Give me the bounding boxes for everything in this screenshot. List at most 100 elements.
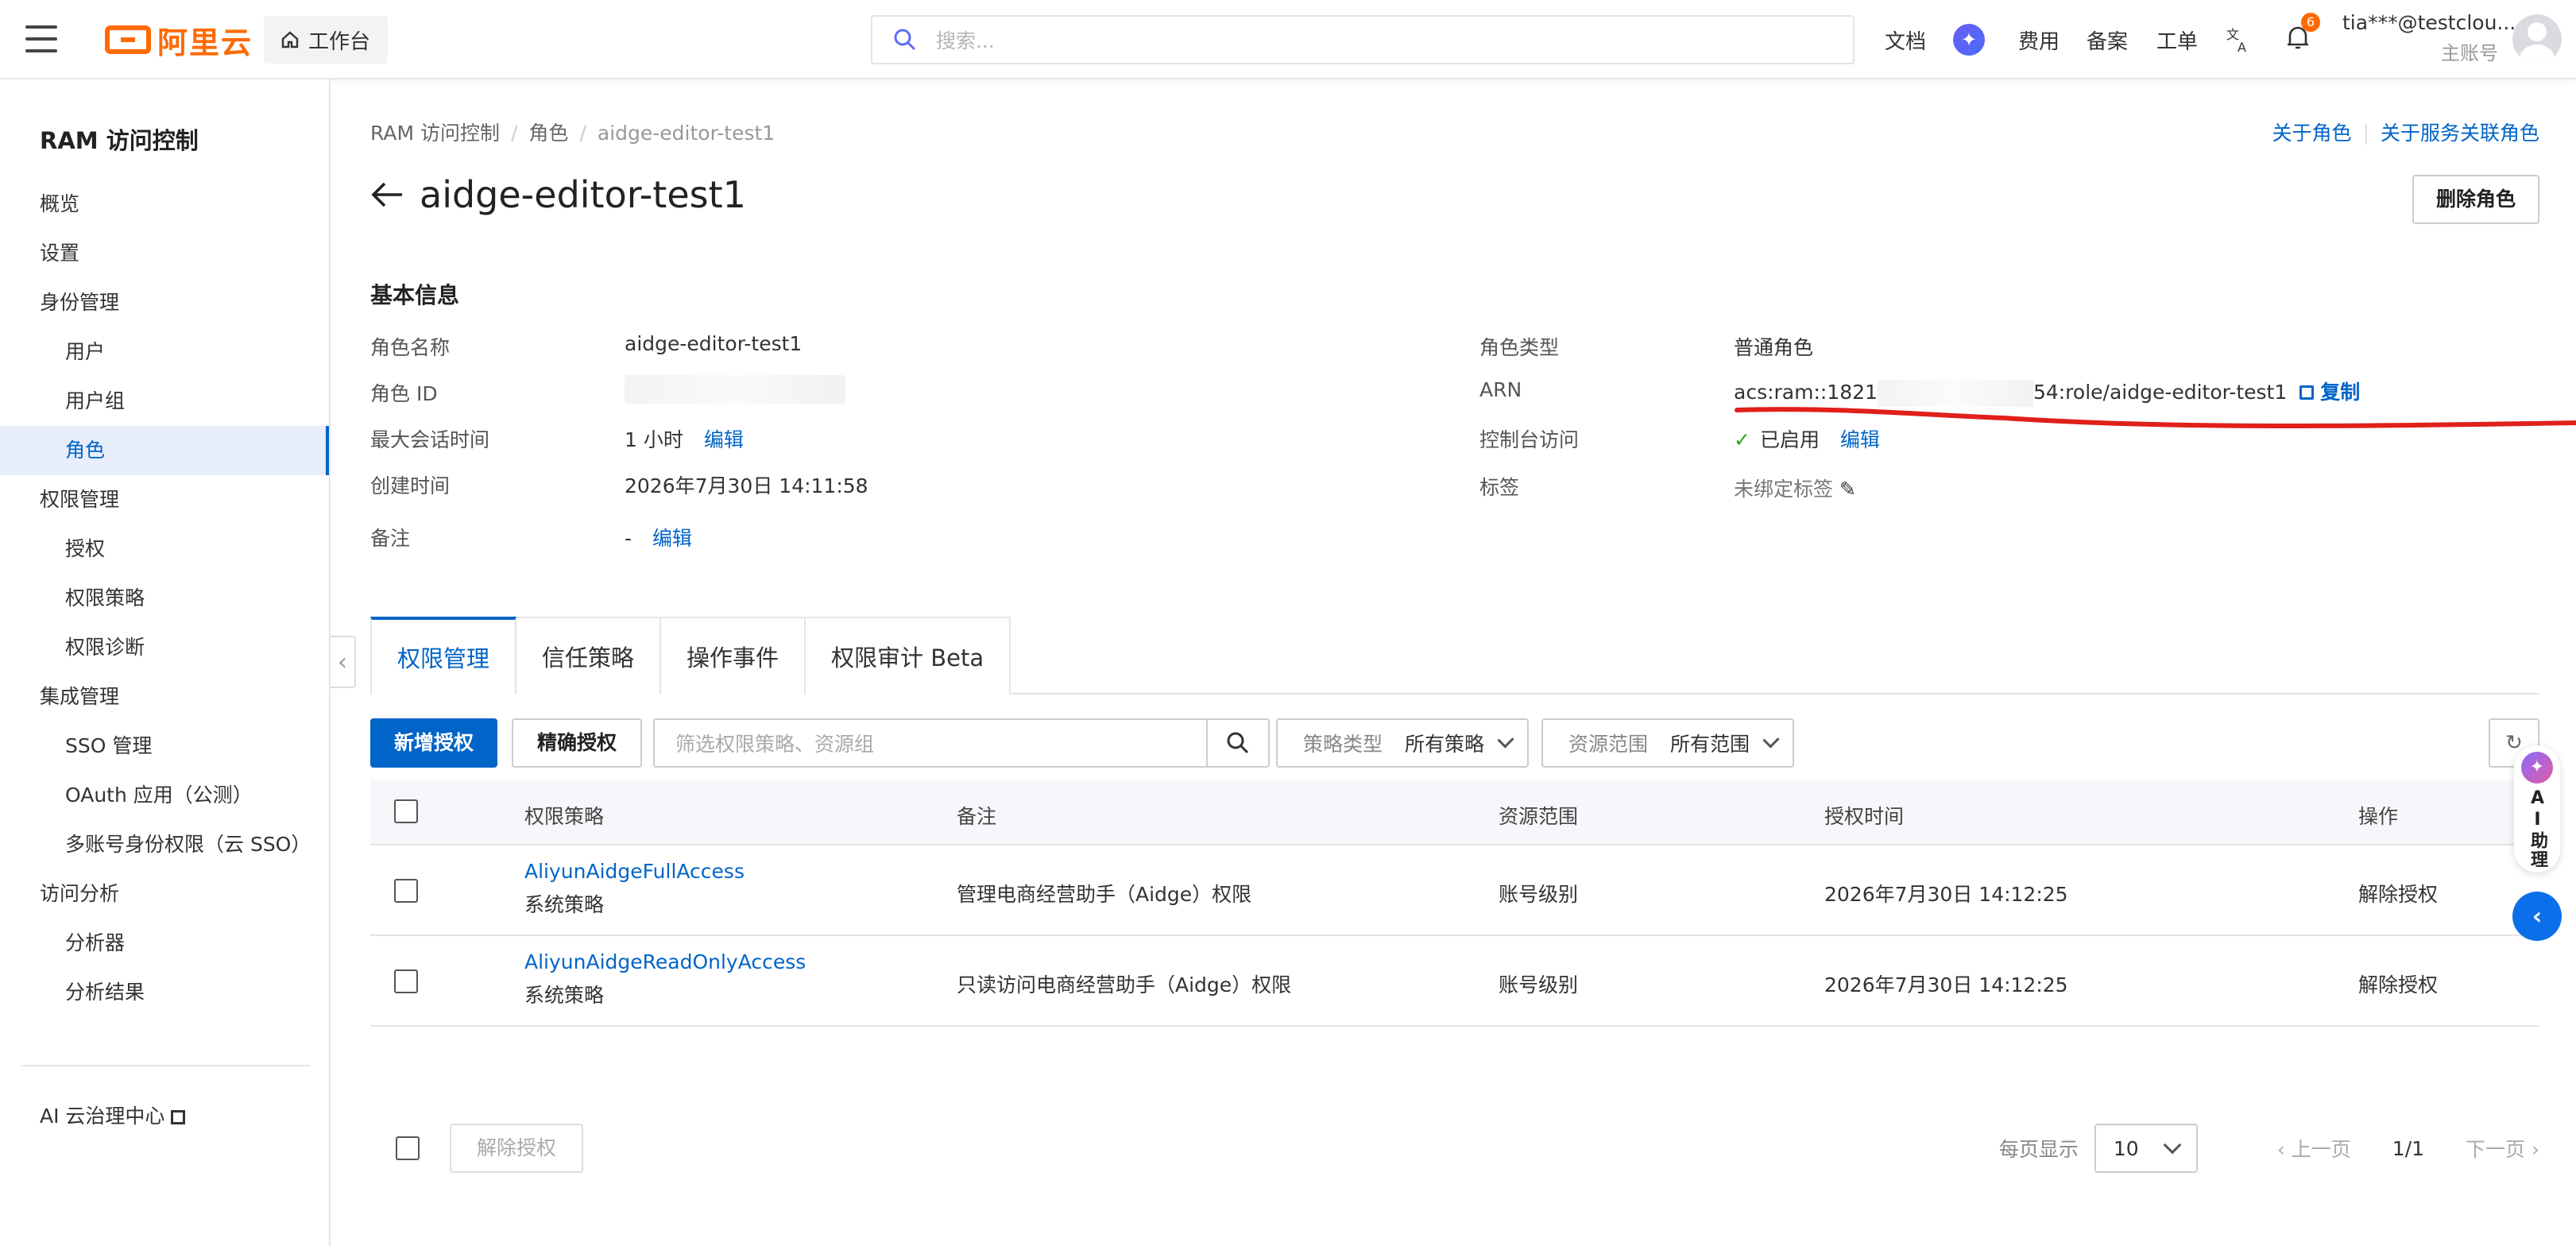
ai-assistant-icon: ✦ bbox=[2521, 752, 2553, 784]
breadcrumb: RAM 访问控制 / 角色 / aidge-editor-test1 bbox=[370, 122, 776, 145]
aliyun-logo[interactable]: 阿里云 bbox=[105, 22, 253, 60]
external-link-icon bbox=[171, 1110, 186, 1124]
filter-search-button[interactable] bbox=[1206, 720, 1268, 766]
expand-panel-button[interactable]: ‹ bbox=[2512, 892, 2562, 941]
policy-type: 系统策略 bbox=[524, 893, 605, 916]
sidebar-item-roles[interactable]: 角色 bbox=[0, 426, 329, 475]
tab-events[interactable]: 操作事件 bbox=[659, 617, 806, 695]
page-size-select[interactable]: 10 bbox=[2094, 1124, 2198, 1173]
policy-name-link[interactable]: AliyunAidgeReadOnlyAccess bbox=[524, 950, 806, 973]
sidebar-item-grants[interactable]: 授权 bbox=[0, 524, 329, 574]
notification-bell[interactable]: 6 bbox=[2285, 0, 2320, 79]
sidebar-group-identity[interactable]: 身份管理 bbox=[0, 278, 329, 327]
search-icon bbox=[1227, 732, 1249, 754]
console-access-status: 已启用 bbox=[1759, 428, 1820, 451]
ai-star-icon[interactable]: ✦ bbox=[1953, 0, 1985, 79]
row-checkbox[interactable] bbox=[394, 969, 418, 993]
arn-label: ARN bbox=[1479, 378, 1522, 401]
link-about-roles[interactable]: 关于角色 bbox=[2272, 122, 2352, 145]
tab-trust-policy[interactable]: 信任策略 bbox=[515, 617, 662, 695]
header-time: 授权时间 bbox=[1824, 805, 1905, 828]
nav-docs[interactable]: 文档 bbox=[1885, 0, 1926, 79]
precise-grant-button[interactable]: 精确授权 bbox=[512, 718, 643, 768]
note-row: - 编辑 bbox=[625, 523, 692, 551]
sidebar-item-oauth[interactable]: OAuth 应用（公测） bbox=[0, 771, 329, 820]
sidebar-title: RAM 访问控制 bbox=[40, 127, 199, 154]
sidebar-item-cloud-sso[interactable]: 多账号身份权限（云 SSO） bbox=[0, 820, 329, 869]
console-access-row: ✓ 已启用 编辑 bbox=[1734, 424, 1880, 453]
tab-permissions[interactable]: 权限管理 bbox=[370, 617, 517, 696]
tab-audit-beta[interactable]: 权限审计 Beta bbox=[804, 617, 1011, 695]
select-all-checkbox[interactable] bbox=[394, 799, 418, 823]
nav-ticket[interactable]: 工单 bbox=[2156, 0, 2198, 79]
notification-count: 6 bbox=[2301, 12, 2320, 32]
prev-page-button[interactable]: ‹ 上一页 bbox=[2277, 1134, 2351, 1163]
arn-suffix: 54:role/aidge-editor-test1 bbox=[2033, 381, 2288, 404]
copy-arn-link[interactable]: 复制 bbox=[2320, 381, 2360, 404]
back-arrow-icon[interactable] bbox=[370, 180, 405, 209]
global-search-input[interactable]: 搜索... bbox=[871, 15, 1855, 64]
sidebar-item-diagnosis[interactable]: 权限诊断 bbox=[0, 623, 329, 672]
page-indicator: 1/1 bbox=[2392, 1136, 2425, 1160]
policy-type-select[interactable]: 策略类型 所有策略 bbox=[1276, 718, 1529, 768]
policy-note: 只读访问电商经营助手（Aidge）权限 bbox=[957, 973, 1292, 996]
sidebar-item-analysis-results[interactable]: 分析结果 bbox=[0, 968, 329, 1017]
sidebar-item-users[interactable]: 用户 bbox=[0, 327, 329, 377]
breadcrumb-ram[interactable]: RAM 访问控制 bbox=[370, 122, 500, 145]
footer-select-all-checkbox[interactable] bbox=[396, 1136, 420, 1160]
policy-name-link[interactable]: AliyunAidgeFullAccess bbox=[524, 860, 745, 883]
policy-type: 系统策略 bbox=[524, 984, 605, 1007]
avatar[interactable] bbox=[2512, 14, 2562, 64]
edit-tags-pencil-icon[interactable]: ✎ bbox=[1839, 478, 1856, 501]
svg-text:A: A bbox=[2238, 40, 2246, 53]
console-access-label: 控制台访问 bbox=[1479, 428, 1580, 451]
batch-revoke-button[interactable]: 解除授权 bbox=[450, 1124, 584, 1173]
translate-icon[interactable]: 文A bbox=[2225, 0, 2252, 79]
page-size-value: 10 bbox=[2113, 1136, 2139, 1160]
sidebar-link-ai-governance[interactable]: AI 云治理中心 bbox=[0, 1092, 329, 1141]
nav-filing[interactable]: 备案 bbox=[2087, 0, 2128, 79]
sidebar-item-analyzers[interactable]: 分析器 bbox=[0, 919, 329, 968]
header-action: 操作 bbox=[2358, 805, 2399, 828]
scope-select[interactable]: 资源范围 所有范围 bbox=[1541, 718, 1794, 768]
role-type-label: 角色类型 bbox=[1479, 336, 1560, 359]
account-email: tia***@testclou... bbox=[2342, 11, 2516, 34]
filter-placeholder: 筛选权限策略、资源组 bbox=[675, 733, 875, 756]
revoke-link[interactable]: 解除授权 bbox=[2358, 969, 2438, 998]
sidebar-item-policies[interactable]: 权限策略 bbox=[0, 574, 329, 623]
basic-info-title: 基本信息 bbox=[370, 282, 460, 308]
edit-note-link[interactable]: 编辑 bbox=[652, 527, 692, 550]
next-page-button[interactable]: 下一页 › bbox=[2466, 1134, 2539, 1163]
chevron-down-icon bbox=[2163, 1136, 2182, 1155]
sidebar-group-analysis[interactable]: 访问分析 bbox=[0, 869, 329, 919]
hamburger-menu-icon[interactable] bbox=[25, 25, 57, 52]
max-session-label: 最大会话时间 bbox=[370, 428, 490, 451]
sidebar-item-user-groups[interactable]: 用户组 bbox=[0, 377, 329, 426]
breadcrumb-roles[interactable]: 角色 bbox=[528, 122, 568, 145]
workbench-button[interactable]: 工作台 bbox=[264, 16, 389, 64]
sidebar-item-settings[interactable]: 设置 bbox=[0, 229, 329, 278]
ai-assistant-button[interactable]: ✦ AI助理 bbox=[2514, 745, 2560, 873]
link-about-service-roles[interactable]: 关于服务关联角色 bbox=[2381, 122, 2539, 145]
logo-text: 阿里云 bbox=[157, 25, 253, 60]
arn-prefix: acs:ram::1821 bbox=[1734, 381, 1878, 404]
header-note: 备注 bbox=[957, 805, 997, 828]
delete-role-button[interactable]: 删除角色 bbox=[2412, 175, 2539, 224]
add-grant-button[interactable]: 新增授权 bbox=[370, 718, 498, 768]
sidebar-collapse-handle[interactable]: ‹ bbox=[331, 636, 356, 688]
revoke-link[interactable]: 解除授权 bbox=[2358, 879, 2438, 907]
sidebar-group-integration[interactable]: 集成管理 bbox=[0, 672, 329, 722]
nav-billing[interactable]: 费用 bbox=[2018, 0, 2060, 79]
sidebar-group-permissions[interactable]: 权限管理 bbox=[0, 475, 329, 524]
row-checkbox[interactable] bbox=[394, 879, 418, 903]
arn-redacted bbox=[1877, 380, 2033, 407]
copy-icon[interactable] bbox=[2299, 385, 2315, 400]
edit-console-access-link[interactable]: 编辑 bbox=[1840, 428, 1880, 451]
policy-filter-input[interactable]: 筛选权限策略、资源组 bbox=[653, 718, 1270, 768]
edit-max-session-link[interactable]: 编辑 bbox=[704, 428, 744, 451]
sidebar-item-overview[interactable]: 概览 bbox=[0, 180, 329, 229]
sidebar-item-sso[interactable]: SSO 管理 bbox=[0, 722, 329, 771]
workbench-label: 工作台 bbox=[308, 29, 371, 54]
account-info[interactable]: tia***@testclou... 主账号 bbox=[2342, 11, 2516, 65]
policy-table: 权限策略 备注 资源范围 授权时间 操作 AliyunAidgeFullAcce… bbox=[370, 780, 2539, 1027]
